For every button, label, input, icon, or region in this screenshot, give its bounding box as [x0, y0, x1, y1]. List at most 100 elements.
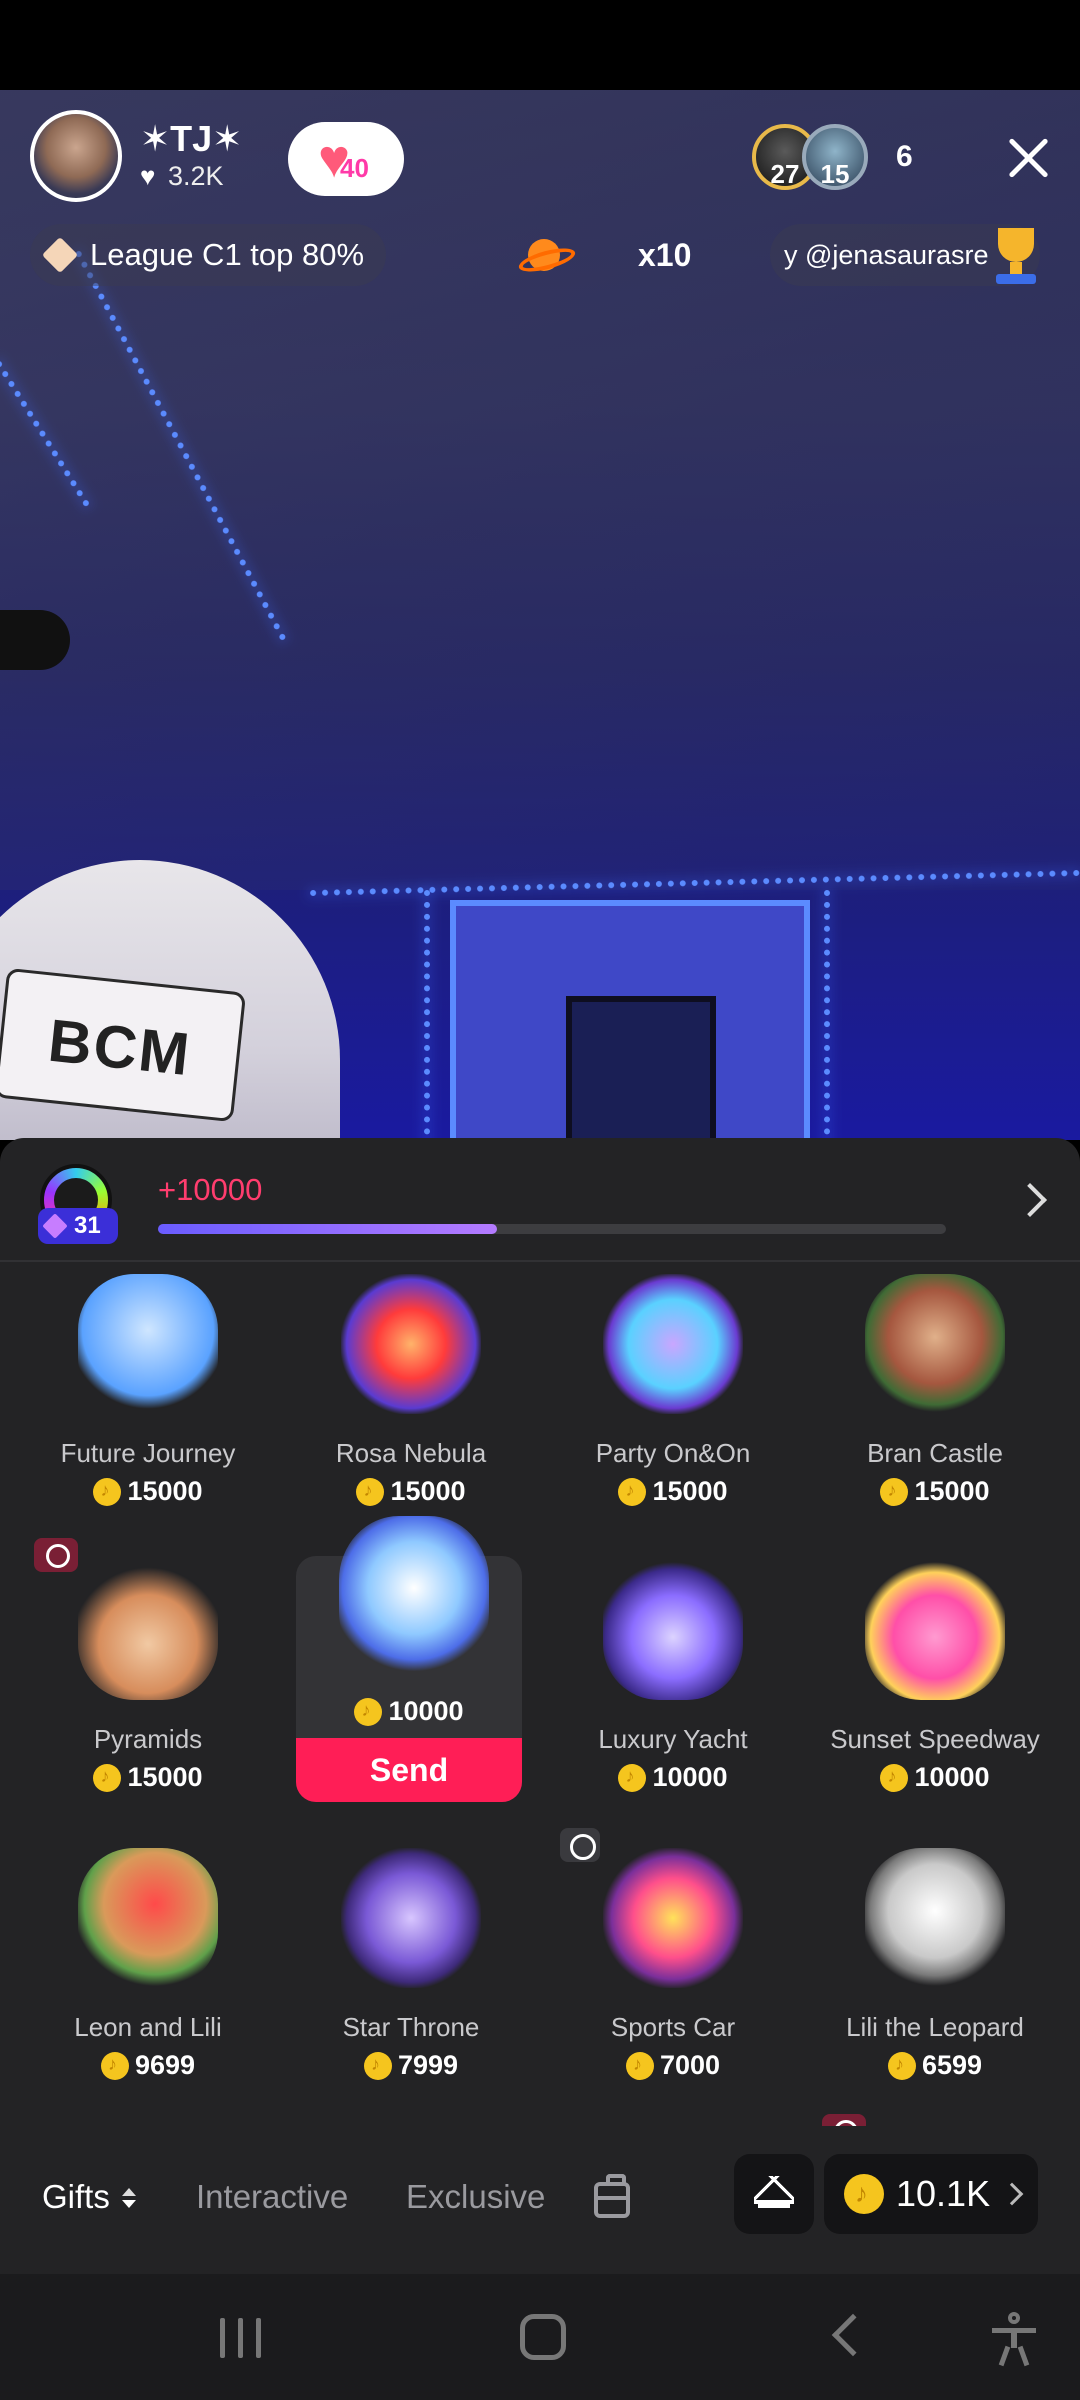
coin-balance-button[interactable]: 10.1K	[824, 2154, 1038, 2234]
sort-caret-icon	[120, 2188, 136, 2210]
coin-icon	[93, 1477, 122, 1506]
send-button[interactable]: Send	[296, 1738, 522, 1802]
league-label: League C1 top 80%	[90, 237, 365, 272]
coin-icon	[880, 1477, 909, 1506]
gift-thumbnail	[341, 1274, 481, 1414]
gift-price-value: 10000	[914, 1762, 990, 1792]
top-viewers[interactable]: 27 15 6	[752, 124, 976, 190]
gift-thumbnail	[865, 1848, 1005, 1988]
gift-price: 10000	[296, 1696, 522, 1727]
gift-item[interactable]: Pyramids 15000	[23, 1548, 273, 1818]
ceiling	[0, 90, 1080, 890]
streamer-hat: BCM	[0, 860, 340, 1140]
gift-price-value: 15000	[914, 1476, 990, 1506]
close-icon[interactable]	[1000, 130, 1056, 186]
gift-name: Sunset Speedway	[830, 1724, 1040, 1754]
gift-price: 15000	[23, 1762, 273, 1793]
gift-item[interactable]: Future Journey 15000	[23, 1262, 273, 1532]
gift-thumbnail	[339, 1516, 489, 1676]
gift-item[interactable]: Star Throne 7999	[286, 1836, 536, 2106]
coin-icon	[363, 2051, 392, 2080]
gifter-level-badge: 31	[38, 1208, 118, 1244]
gift-thumbnail	[341, 1848, 481, 1988]
gift-thumbnail	[603, 1560, 743, 1700]
coin-icon	[356, 1477, 385, 1506]
boost-indicator[interactable]: x10	[508, 224, 708, 286]
gift-thumbnail	[603, 1274, 743, 1414]
subscription-button[interactable]	[734, 2154, 814, 2234]
gift-thumbnail	[78, 1560, 218, 1700]
coin-icon	[880, 1763, 909, 1792]
gift-name: Luxury Yacht	[598, 1724, 748, 1754]
back-icon[interactable]	[831, 2313, 875, 2357]
gift-price: 6599	[810, 2050, 1060, 2081]
gift-price-value: 9699	[134, 2050, 196, 2080]
accessibility-icon[interactable]	[990, 2312, 1038, 2367]
tab-exclusive[interactable]: Exclusive	[406, 2178, 545, 2216]
gift-thumbnail	[603, 1848, 743, 1988]
host-likes: ♥ 3.2K	[140, 159, 242, 193]
gift-name: Bran Castle	[867, 1438, 1003, 1468]
coin-icon	[618, 1477, 647, 1506]
fan-club-button[interactable]: ♥ 40	[288, 122, 404, 196]
host-likes-count: 3.2K	[168, 161, 224, 191]
gift-price-value: 15000	[390, 1476, 466, 1506]
status-bar	[0, 0, 1080, 90]
gift-item[interactable]: Luxury Yacht 10000	[548, 1548, 798, 1818]
gift-price-value: 15000	[127, 1762, 203, 1792]
timer-icon	[34, 1538, 78, 1572]
gift-price: 15000	[286, 1476, 536, 1507]
ticker-text: y @jenasaurasre	[784, 239, 989, 270]
gem-icon	[42, 1213, 68, 1239]
gifter-level-row[interactable]: 31 +10000	[0, 1138, 1080, 1262]
gifter-level-number: 31	[74, 1212, 101, 1239]
fan-level: 40	[340, 153, 369, 183]
gift-item[interactable]: Bran Castle 15000	[810, 1262, 1060, 1532]
gift-price: 15000	[23, 1476, 273, 1507]
host-profile[interactable]: ✶TJ✶ ♥ 3.2K	[30, 110, 242, 202]
doorway	[450, 900, 810, 1140]
trophy-icon[interactable]	[988, 228, 1044, 286]
host-name: ✶TJ✶	[140, 118, 243, 159]
level-delta: +10000	[158, 1172, 263, 1207]
gift-item[interactable]: Lili the Leopard 6599	[810, 1836, 1060, 2106]
gift-price-value: 10000	[652, 1762, 728, 1792]
host-avatar[interactable]	[30, 110, 122, 202]
level-progress-fill	[158, 1224, 497, 1234]
gift-item[interactable]: 10000 Send	[296, 1516, 522, 1802]
backpack-icon[interactable]	[594, 2174, 630, 2218]
gift-price-value: 10000	[388, 1696, 464, 1726]
gift-item[interactable]: Rosa Nebula 15000	[286, 1262, 536, 1532]
chevron-right-icon[interactable]	[1016, 1182, 1046, 1216]
coin-icon	[844, 2174, 884, 2214]
coin-icon	[625, 2051, 654, 2080]
gift-item[interactable]: Sunset Speedway 10000	[810, 1548, 1060, 1818]
home-icon[interactable]	[520, 2314, 566, 2360]
gift-price-value: 7999	[397, 2050, 459, 2080]
gift-price: 7000	[548, 2050, 798, 2081]
viewer-count[interactable]: 6	[896, 140, 976, 174]
gift-price: 9699	[23, 2050, 273, 2081]
gift-price: 7999	[286, 2050, 536, 2081]
gift-price-value: 6599	[921, 2050, 983, 2080]
tab-gifts[interactable]: Gifts	[42, 2178, 136, 2216]
gift-name: Sports Car	[610, 2012, 736, 2042]
league-badge[interactable]: League C1 top 80%	[30, 224, 387, 286]
coin-icon	[887, 2051, 916, 2080]
gift-panel: 31 +10000 Future Journey15000Rosa Nebula…	[0, 1138, 1080, 2274]
coin-icon	[618, 1763, 647, 1792]
gift-item[interactable]: Sports Car 7000	[548, 1836, 798, 2106]
fan-club-heart-icon: ♥ 40	[318, 129, 369, 189]
system-nav-bar	[0, 2274, 1080, 2400]
gift-price: 15000	[548, 1476, 798, 1507]
gift-item[interactable]: Party On&On 15000	[548, 1262, 798, 1532]
top-viewer-avatar[interactable]: 15	[802, 124, 868, 190]
gift-price-value: 15000	[652, 1476, 728, 1506]
heart-icon: ♥	[140, 161, 156, 191]
tab-interactive[interactable]: Interactive	[196, 2178, 348, 2216]
led-strip	[424, 890, 430, 1140]
gift-thumbnail	[865, 1560, 1005, 1700]
gift-price-value: 7000	[659, 2050, 721, 2080]
gift-item[interactable]: Leon and Lili 9699	[23, 1836, 273, 2106]
recents-icon[interactable]	[220, 2318, 264, 2358]
